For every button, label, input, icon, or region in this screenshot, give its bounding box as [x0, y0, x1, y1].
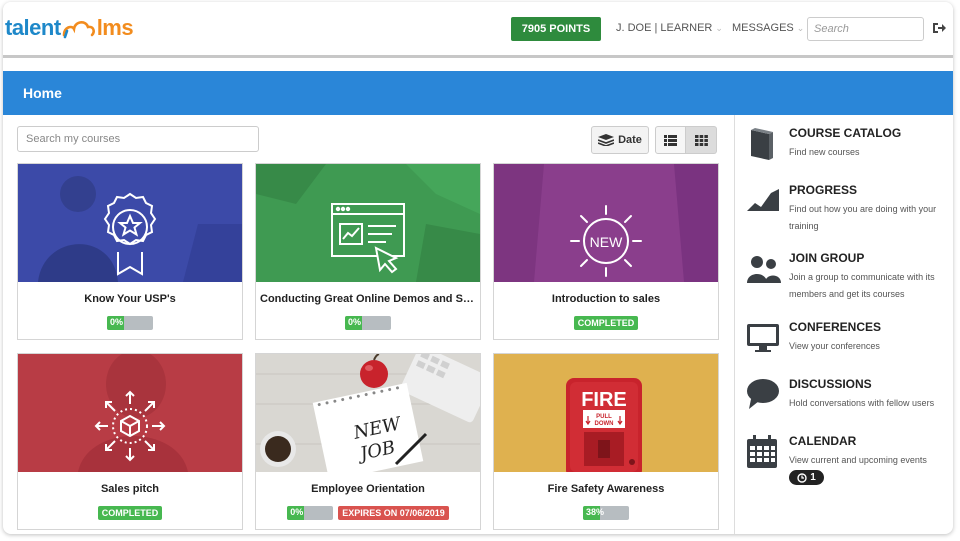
list-icon — [664, 134, 677, 146]
new-text: NEW — [590, 234, 623, 250]
grid-icon — [694, 134, 708, 146]
messages-menu[interactable]: MESSAGES ⌄ — [732, 22, 804, 34]
course-status: 0% — [18, 316, 242, 330]
cloud-icon — [62, 21, 95, 39]
sidebar-item-title: DISCUSSIONS — [789, 377, 872, 391]
course-search-input[interactable] — [17, 126, 259, 152]
logo-text-right: lms — [96, 15, 134, 40]
course-status: COMPLETED — [18, 506, 242, 520]
notepad-icon: NEW JOB — [256, 354, 480, 472]
sort-date-button[interactable]: Date — [591, 126, 649, 154]
page-title: Home — [23, 85, 62, 101]
sidebar-item-desc: Find new courses — [789, 147, 860, 157]
sidebar-item-title: PROGRESS — [789, 183, 858, 197]
new-burst-icon: NEW — [494, 164, 718, 282]
sidebar-item-desc: Find out how you are doing with your tra… — [789, 204, 937, 231]
messages-menu-label: MESSAGES — [732, 22, 794, 34]
progress-bar: 0% — [345, 316, 391, 330]
course-thumbnail[interactable] — [18, 164, 242, 282]
global-search-input[interactable] — [807, 17, 924, 41]
course-title[interactable]: Sales pitch — [18, 483, 242, 495]
course-card[interactable]: Sales pitch COMPLETED — [17, 353, 243, 530]
book-icon — [751, 128, 773, 160]
course-status: 0% EXPIRES ON 07/06/2019 — [256, 506, 480, 520]
expires-badge: EXPIRES ON 07/06/2019 — [338, 506, 449, 520]
sidebar-item-desc: Join a group to communicate with its mem… — [789, 272, 935, 299]
sidebar-item-title: JOIN GROUP — [789, 251, 865, 265]
course-card[interactable]: NEW Introduction to sales COMPLETED — [493, 163, 719, 340]
course-thumbnail[interactable] — [256, 164, 480, 282]
clock-icon — [797, 472, 807, 483]
sidebar-item-title: COURSE CATALOG — [789, 126, 902, 140]
cube-arrows-icon — [18, 354, 242, 472]
progress-label: 0% — [290, 507, 304, 517]
logout-icon[interactable] — [932, 21, 946, 35]
fire-label: FIRE — [581, 389, 627, 411]
sort-date-label: Date — [618, 134, 642, 146]
calendar-icon — [747, 435, 777, 468]
view-toggle — [655, 126, 717, 154]
course-card[interactable]: FIRE PULL DOWN Fire Safety Awareness 38% — [493, 353, 719, 530]
presentation-screen-icon — [256, 164, 480, 282]
award-badge-icon — [18, 164, 242, 282]
calendar-event-count: 1 — [810, 472, 816, 483]
course-thumbnail[interactable]: NEW JOB — [256, 354, 480, 472]
course-title[interactable]: Conducting Great Online Demos and Sal... — [256, 293, 480, 305]
chart-icon — [747, 189, 779, 211]
page-title-bar: Home — [3, 71, 953, 115]
calendar-event-badge[interactable]: 1 — [789, 470, 824, 485]
layers-icon — [598, 134, 615, 146]
down-label: DOWN — [595, 421, 614, 427]
top-header: talent lms 7905 POINTS J. DOE | LEARNER ⌄… — [3, 2, 953, 58]
sidebar-item-desc: View current and upcoming events — [789, 455, 927, 465]
progress-label: 38% — [586, 507, 605, 517]
sidebar-item-desc: Hold conversations with fellow users — [789, 398, 935, 408]
monitor-icon — [747, 324, 779, 352]
app-window: talent lms 7905 POINTS J. DOE | LEARNER ⌄… — [3, 2, 953, 534]
points-badge[interactable]: 7905 POINTS — [511, 17, 601, 41]
talentlms-logo[interactable]: talent lms — [5, 14, 134, 42]
course-card[interactable]: NEW JOB Employee Orientation 0% EXPIRES … — [255, 353, 481, 530]
course-card[interactable]: Conducting Great Online Demos and Sal...… — [255, 163, 481, 340]
progress-label: 0% — [348, 317, 362, 327]
progress-bar: 0% — [107, 316, 153, 330]
completed-badge: COMPLETED — [97, 506, 163, 520]
speech-bubble-icon — [747, 379, 779, 409]
sidebar-item-desc: View your conferences — [789, 341, 880, 351]
sidebar-item-title: CALENDAR — [789, 434, 857, 448]
course-status: 0% — [256, 316, 480, 330]
course-title[interactable]: Introduction to sales — [494, 293, 718, 305]
pull-label: PULL — [596, 414, 612, 420]
course-title[interactable]: Employee Orientation — [256, 483, 480, 495]
fire-alarm-icon: FIRE PULL DOWN — [494, 354, 718, 472]
course-thumbnail[interactable]: FIRE PULL DOWN — [494, 354, 718, 472]
progress-label: 0% — [110, 317, 124, 327]
course-title[interactable]: Know Your USP's — [18, 293, 242, 305]
progress-bar: 38% — [583, 506, 629, 520]
course-card[interactable]: Know Your USP's 0% — [17, 163, 243, 340]
completed-badge: COMPLETED — [573, 316, 639, 330]
user-menu-label: J. DOE | LEARNER — [616, 22, 713, 34]
course-thumbnail[interactable] — [18, 354, 242, 472]
list-view-button[interactable] — [655, 126, 686, 154]
course-status: 38% — [494, 506, 718, 520]
sidebar-item-title: CONFERENCES — [789, 320, 882, 334]
sidebar-divider — [734, 115, 735, 534]
user-menu[interactable]: J. DOE | LEARNER ⌄ — [616, 22, 723, 34]
group-icon — [747, 256, 781, 283]
course-thumbnail[interactable]: NEW — [494, 164, 718, 282]
chevron-down-icon: ⌄ — [715, 23, 723, 33]
progress-bar: 0% — [287, 506, 334, 520]
chevron-down-icon: ⌄ — [796, 23, 805, 33]
grid-view-button[interactable] — [686, 126, 717, 154]
logo-text-left: talent — [5, 15, 61, 40]
course-status: COMPLETED — [494, 316, 718, 330]
course-title[interactable]: Fire Safety Awareness — [494, 483, 718, 495]
